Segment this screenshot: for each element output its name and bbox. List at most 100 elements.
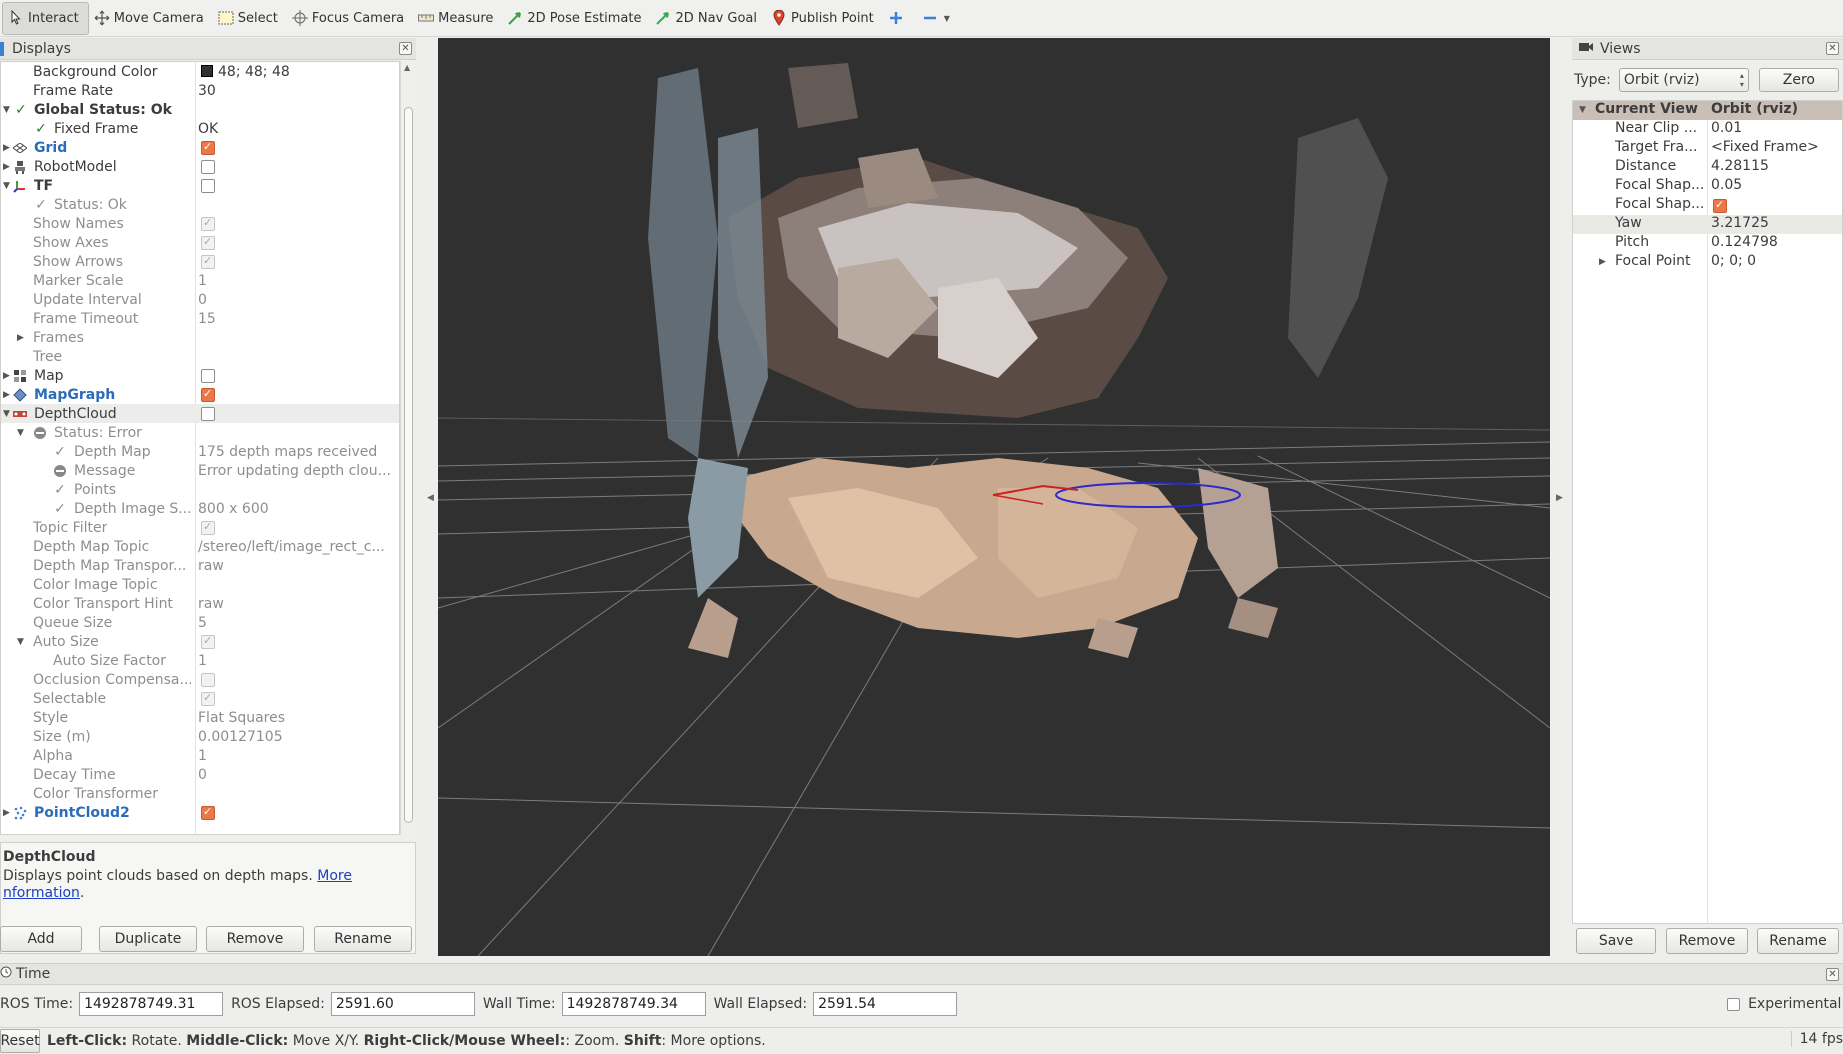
show-axes-checkbox[interactable] (201, 235, 215, 250)
close-icon[interactable]: ✕ (399, 42, 412, 55)
expand-right-icon[interactable]: ▶ (3, 162, 10, 172)
add-display-button[interactable]: Add (0, 926, 82, 952)
show-arrows-checkbox[interactable] (201, 254, 215, 269)
tree-row-alpha[interactable]: Alpha 1 (1, 746, 399, 765)
expand-down-icon[interactable]: ▼ (1579, 105, 1586, 115)
depthcloud-enabled-checkbox[interactable] (201, 407, 215, 421)
view-type-select[interactable]: Orbit (rviz) ▴ ▾ (1618, 68, 1749, 92)
tree-row-tf[interactable]: ▼ TF (1, 176, 399, 195)
view-row-focal-shape-fixed[interactable]: Focal Shap... (1573, 196, 1842, 215)
tree-row-depth-image-size[interactable]: ✓ Depth Image S... 800 x 600 (1, 499, 399, 518)
map-enabled-checkbox[interactable] (201, 369, 215, 383)
expand-down-icon[interactable]: ▼ (3, 409, 10, 419)
tree-row-message[interactable]: Message Error updating depth clou... (1, 461, 399, 480)
expand-down-icon[interactable]: ▼ (3, 181, 10, 191)
tree-row-robotmodel[interactable]: ▶ RobotModel (1, 157, 399, 176)
save-view-button[interactable]: Save (1576, 928, 1656, 954)
topic-filter-checkbox[interactable] (201, 520, 215, 535)
tree-row-depth-map-transport[interactable]: Depth Map Transpor... raw (1, 556, 399, 575)
tree-row-style[interactable]: Style Flat Squares (1, 708, 399, 727)
grid-enabled-checkbox[interactable] (201, 140, 215, 155)
tree-row-queue-size[interactable]: Queue Size 5 (1, 613, 399, 632)
tree-row-decay-time[interactable]: Decay Time 0 (1, 765, 399, 784)
expand-right-icon[interactable]: ▶ (1599, 257, 1606, 267)
view-row-near-clip[interactable]: Near Clip ... 0.01 (1573, 120, 1842, 139)
expand-right-icon[interactable]: ▶ (3, 390, 10, 400)
selectable-checkbox[interactable] (201, 691, 215, 706)
close-icon[interactable]: ✕ (1826, 42, 1839, 55)
tree-row-color-image-topic[interactable]: Color Image Topic (1, 575, 399, 594)
tree-row-marker-scale[interactable]: Marker Scale 1 (1, 271, 399, 290)
tf-enabled-checkbox[interactable] (201, 179, 215, 193)
tree-row-mapgraph[interactable]: ▶ MapGraph (1, 385, 399, 404)
tree-row-topic-filter[interactable]: Topic Filter (1, 518, 399, 537)
zero-view-button[interactable]: Zero (1758, 68, 1839, 92)
measure-tool-button[interactable]: Measure (413, 2, 502, 35)
view-row-focal-shape-size[interactable]: Focal Shap... 0.05 (1573, 177, 1842, 196)
close-icon[interactable]: ✕ (1826, 968, 1839, 981)
tree-row-frames[interactable]: ▶ Frames (1, 328, 399, 347)
collapse-right-icon[interactable]: ▶ (1556, 493, 1563, 503)
tree-row-global-status[interactable]: ▼ ✓ Global Status: Ok (1, 100, 399, 119)
view-row-pitch[interactable]: Pitch 0.124798 (1573, 234, 1842, 253)
ros-elapsed-field[interactable] (330, 992, 475, 1016)
ros-time-field[interactable] (79, 992, 224, 1016)
tree-row-size[interactable]: Size (m) 0.00127105 (1, 727, 399, 746)
tree-row-auto-size[interactable]: ▼ Auto Size (1, 632, 399, 651)
pose-estimate-tool-button[interactable]: 2D Pose Estimate (502, 2, 650, 35)
scrollbar-thumb[interactable] (404, 107, 413, 823)
mapgraph-enabled-checkbox[interactable] (201, 387, 215, 402)
pointcloud2-enabled-checkbox[interactable] (201, 805, 215, 820)
wall-time-field[interactable] (561, 992, 706, 1016)
expand-right-icon[interactable]: ▶ (3, 371, 10, 381)
tree-row-fixed-frame[interactable]: ✓ Fixed Frame OK (1, 119, 399, 138)
focus-camera-tool-button[interactable]: Focus Camera (287, 2, 413, 35)
publish-point-tool-button[interactable]: Publish Point (766, 2, 883, 35)
show-names-checkbox[interactable] (201, 216, 215, 231)
reset-button[interactable]: Reset (0, 1029, 40, 1053)
tree-row-frame-rate[interactable]: Frame Rate 30 (1, 81, 399, 100)
expand-down-icon[interactable]: ▼ (3, 105, 10, 115)
tree-row-depthcloud-status[interactable]: ▼ Status: Error (1, 423, 399, 442)
tree-row-selectable[interactable]: Selectable (1, 689, 399, 708)
rename-view-button[interactable]: Rename (1757, 928, 1839, 954)
remove-view-button[interactable]: Remove (1666, 928, 1748, 954)
add-tool-button[interactable] (883, 2, 917, 35)
select-tool-button[interactable]: Select (213, 2, 287, 35)
tree-row-auto-size-factor[interactable]: Auto Size Factor 1 (1, 651, 399, 670)
tree-row-show-axes[interactable]: Show Axes (1, 233, 399, 252)
tree-row-grid[interactable]: ▶ Grid (1, 138, 399, 157)
tree-row-points[interactable]: ✓ Points (1, 480, 399, 499)
tree-row-map[interactable]: ▶ Map (1, 366, 399, 385)
tree-row-color-transport-hint[interactable]: Color Transport Hint raw (1, 594, 399, 613)
view-row-yaw[interactable]: Yaw 3.21725 (1573, 215, 1842, 234)
render-viewport[interactable] (438, 38, 1550, 956)
expand-down-icon[interactable]: ▼ (17, 637, 24, 647)
expand-right-icon[interactable]: ▶ (3, 808, 10, 818)
tree-row-depth-map[interactable]: ✓ Depth Map 175 depth maps received (1, 442, 399, 461)
tree-row-frame-timeout[interactable]: Frame Timeout 15 (1, 309, 399, 328)
expand-right-icon[interactable]: ▶ (3, 143, 10, 153)
move-camera-tool-button[interactable]: Move Camera (89, 2, 213, 35)
tree-row-tree[interactable]: Tree (1, 347, 399, 366)
rename-display-button[interactable]: Rename (314, 926, 412, 952)
tree-row-update-interval[interactable]: Update Interval 0 (1, 290, 399, 309)
tree-row-color-transformer[interactable]: Color Transformer (1, 784, 399, 803)
tree-row-background-color[interactable]: Background Color 48; 48; 48 (1, 62, 399, 81)
duplicate-display-button[interactable]: Duplicate (99, 926, 197, 952)
tree-row-show-arrows[interactable]: Show Arrows (1, 252, 399, 271)
more-information-link-cont[interactable]: nformation (3, 885, 80, 901)
more-information-link[interactable]: More (317, 868, 352, 884)
tree-row-depthcloud[interactable]: ▼ DepthCloud (1, 404, 399, 423)
view-row-focal-point[interactable]: ▶ Focal Point 0; 0; 0 (1573, 253, 1842, 272)
tree-row-show-names[interactable]: Show Names (1, 214, 399, 233)
interact-tool-button[interactable]: Interact (2, 1, 89, 35)
view-row-current-view[interactable]: ▼ Current View Orbit (rviz) (1573, 101, 1842, 120)
tree-row-depth-map-topic[interactable]: Depth Map Topic /stereo/left/image_rect_… (1, 537, 399, 556)
nav-goal-tool-button[interactable]: 2D Nav Goal (650, 2, 766, 35)
focal-shape-fixed-checkbox[interactable] (1713, 198, 1727, 213)
tree-row-pointcloud2[interactable]: ▶ PointCloud2 (1, 803, 399, 822)
expand-right-icon[interactable]: ▶ (17, 333, 24, 343)
expand-down-icon[interactable]: ▼ (17, 428, 24, 438)
remove-display-button[interactable]: Remove (206, 926, 304, 952)
